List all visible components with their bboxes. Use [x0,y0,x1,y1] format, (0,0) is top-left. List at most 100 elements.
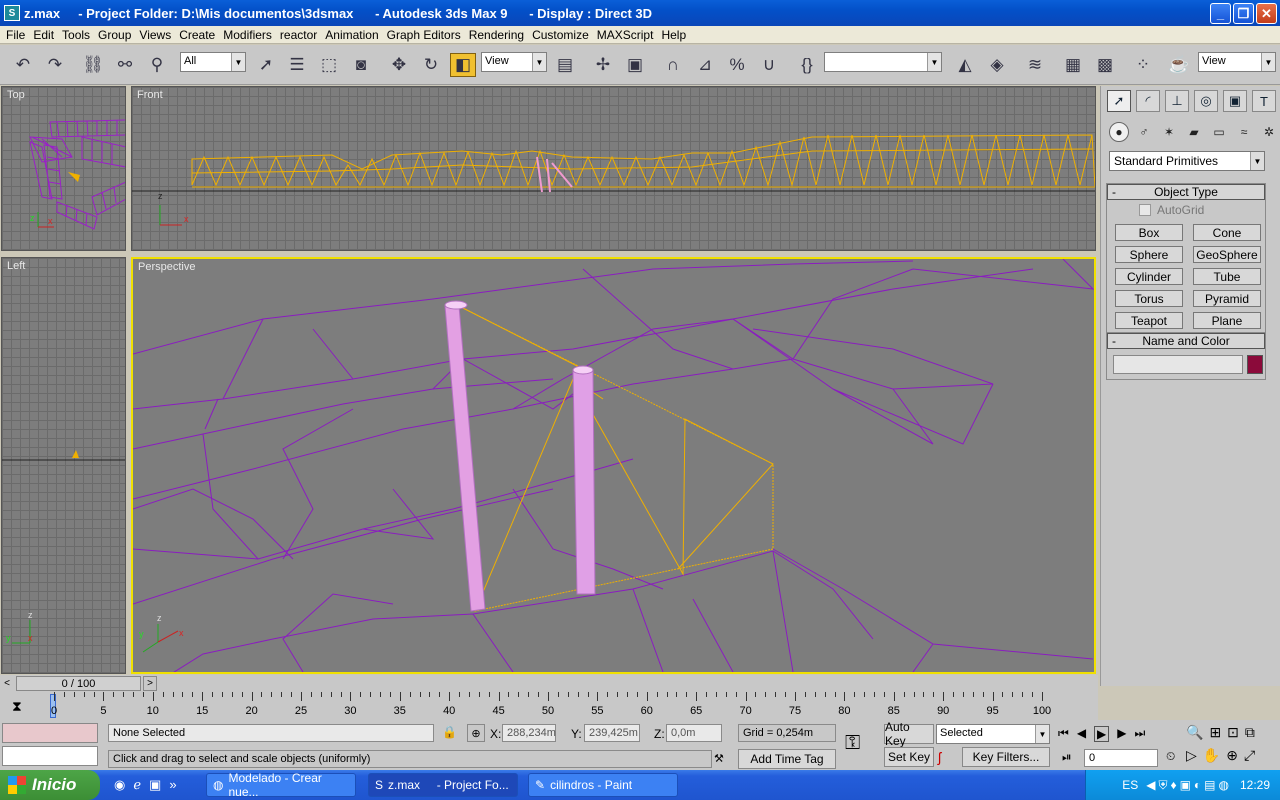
tray-icons[interactable]: ◀⛨♦▣◐▤◍ [1146,778,1232,793]
display-tab-icon[interactable]: ▣ [1223,90,1247,112]
layer-manager-icon[interactable]: ≋ [1022,53,1048,77]
window-crossing-icon[interactable]: ◙ [348,53,374,77]
absolute-mode-icon[interactable]: ⊕ [467,724,485,742]
select-and-scale-icon[interactable]: ◧ [450,53,476,77]
maximize-button[interactable]: ❐ [1233,3,1254,24]
lock-selection-icon[interactable]: 🔒 [442,725,457,739]
rectangular-selection-icon[interactable]: ⬚ [316,53,342,77]
systems-icon[interactable]: ✲ [1259,122,1279,142]
menu-animation[interactable]: Animation [321,28,382,42]
geometry-icon[interactable]: ● [1109,122,1129,142]
time-configuration-icon[interactable]: ⏲ [1166,749,1175,764]
curve-editor-mini-icon[interactable]: ⧗ [12,698,22,715]
viewport-front[interactable]: Front z x [131,86,1096,251]
plane-button[interactable]: Plane [1193,312,1261,329]
cameras-icon[interactable]: ▰ [1184,122,1204,142]
keyboard-shortcut-override-icon[interactable]: ▣ [622,53,648,77]
menu-graph-editors[interactable]: Graph Editors [383,28,465,42]
menu-file[interactable]: File [2,28,29,42]
menu-create[interactable]: Create [175,28,219,42]
select-and-rotate-icon[interactable]: ↻ [418,53,444,77]
menu-tools[interactable]: Tools [58,28,94,42]
select-and-link-icon[interactable]: ⛓ [80,53,106,77]
track-bar[interactable]: ⧗ 0 5 10 15 20 25 30 35 40 45 50 55 60 65 70 75 80 85 90 95… [0,692,1098,720]
redo-icon[interactable]: ↷ [42,53,68,77]
angle-snap-icon[interactable]: ⊿ [692,53,718,77]
menu-maxscript[interactable]: MAXScript [593,28,658,42]
snaps-toggle-icon[interactable]: ∩ [660,53,686,77]
play-icon[interactable]: ▶ [1094,726,1110,742]
cylinder-button[interactable]: Cylinder [1115,268,1183,285]
helpers-icon[interactable]: ▭ [1209,122,1229,142]
task-paint[interactable]: ✎ cilindros - Paint [528,773,678,797]
geosphere-button[interactable]: GeoSphere [1193,246,1261,263]
modify-tab-icon[interactable]: ◜ [1136,90,1160,112]
sphere-button[interactable]: Sphere [1115,246,1183,263]
go-to-end-icon[interactable]: ⏭ [1135,726,1146,742]
teapot-button[interactable]: Teapot [1115,312,1183,329]
motion-tab-icon[interactable]: ◎ [1194,90,1218,112]
pivot-center-icon[interactable]: ▤ [552,53,578,77]
viewport-left[interactable]: Left z y x [1,257,126,674]
internet-explorer-icon[interactable]: ℯ [133,777,141,793]
pan-icon[interactable]: ✋ [1203,747,1220,764]
object-color-swatch[interactable] [1247,355,1263,374]
lights-icon[interactable]: ✶ [1159,122,1179,142]
hierarchy-tab-icon[interactable]: ⊥ [1165,90,1189,112]
menu-reactor[interactable]: reactor [276,28,321,42]
z-coordinate-field[interactable]: 0,0m [666,724,722,742]
previous-frame-icon[interactable]: ◀ [1077,726,1086,742]
undo-icon[interactable]: ↶ [10,53,36,77]
media-player-icon[interactable]: ▣ [149,777,161,793]
autogrid-checkbox[interactable] [1139,204,1151,216]
start-button[interactable]: Inicio [0,770,100,800]
next-key-icon[interactable]: ▶ [1117,726,1126,742]
select-by-name-icon[interactable]: ☰ [284,53,310,77]
time-tag-icon[interactable]: ⚒ [714,752,732,768]
key-mode-toggle-icon[interactable]: ⏯ [1062,750,1072,765]
auto-key-button[interactable]: Auto Key [884,720,934,748]
field-of-view-icon[interactable]: ▷ [1186,747,1197,764]
viewport-perspective[interactable]: Perspective z y x [131,257,1096,674]
maximize-viewport-icon[interactable]: ⤢ [1244,747,1255,764]
zoom-icon[interactable]: 🔍 [1186,724,1203,741]
zoom-extents-icon[interactable]: ⊡ [1227,724,1239,741]
object-type-header[interactable]: - Object Type [1107,184,1265,200]
bind-space-warp-icon[interactable]: ⚲ [144,53,170,77]
primitive-category-dropdown[interactable]: Standard Primitives ▼ [1109,151,1265,171]
selection-filter-dropdown[interactable]: All ▼ [180,52,246,72]
cylinder-2[interactable] [572,365,596,595]
key-filters-button[interactable]: Key Filters... [962,747,1050,767]
align-icon[interactable]: ◈ [984,53,1010,77]
time-slider[interactable]: 0 / 100 [16,676,141,691]
tube-button[interactable]: Tube [1193,268,1261,285]
task-3dsmax[interactable]: S z.max - Project Fo... [368,773,518,797]
zoom-extents-all-icon[interactable]: ⧉ [1245,724,1255,741]
render-view-dropdown[interactable]: View ▼ [1198,52,1276,72]
select-manipulate-icon[interactable]: ✢ [590,53,616,77]
material-editor-icon[interactable]: ⁘ [1130,53,1156,77]
prev-frame-icon[interactable]: < [0,676,14,691]
add-time-tag-button[interactable]: Add Time Tag [738,749,836,769]
menu-modifiers[interactable]: Modifiers [219,28,276,42]
torus-button[interactable]: Torus [1115,290,1183,307]
chrome-icon[interactable]: ◉ [114,777,125,793]
language-indicator[interactable]: ES [1122,778,1138,792]
task-firefox[interactable]: ◍ Modelado - Crear nue... [206,771,356,799]
named-selection-dropdown[interactable]: ▼ [824,52,942,72]
quick-launch-more-icon[interactable]: » [169,777,176,793]
box-button[interactable]: Box [1115,224,1183,241]
3dsmax-app-icon[interactable]: S [4,5,20,21]
space-warps-icon[interactable]: ≈ [1234,122,1254,142]
cone-button[interactable]: Cone [1193,224,1261,241]
select-and-move-icon[interactable]: ✥ [386,53,412,77]
select-object-icon[interactable]: ➚ [253,53,279,77]
edit-named-selection-icon[interactable]: {} [794,53,820,77]
shapes-icon[interactable]: ♂ [1134,122,1154,142]
cylinder-1[interactable] [444,300,486,612]
viewport-top[interactable]: Top z x [1,86,126,251]
zoom-all-icon[interactable]: ⊞ [1209,724,1221,741]
y-coordinate-field[interactable]: 239,425m [584,724,640,742]
curve-editor-icon[interactable]: ▦ [1060,53,1086,77]
viewport-label-perspective[interactable]: Perspective [138,261,195,273]
